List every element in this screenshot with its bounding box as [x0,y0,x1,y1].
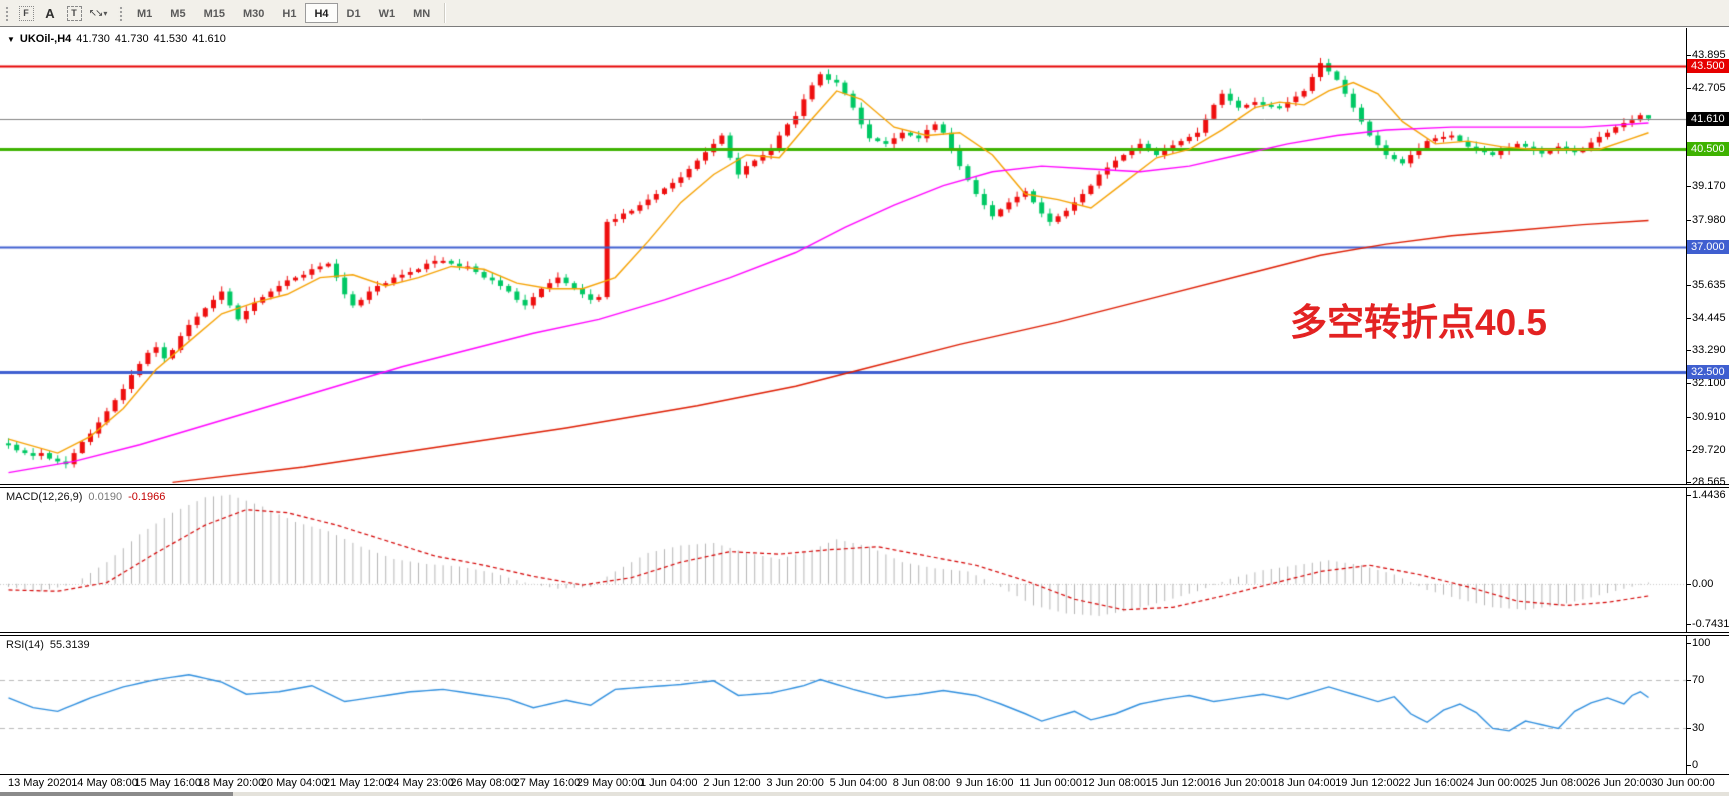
timeframe-button-H4[interactable]: H4 [305,3,337,23]
macd-tick: 1.4436 [1692,489,1726,501]
time-label: 12 Jun 08:00 [1082,777,1146,789]
macd-name: MACD(12,26,9) [6,491,82,503]
price-chart-panel: ▼ UKOil-,H4 41.730 41.730 41.530 41.610 … [0,28,1729,485]
timeframe-button-M15[interactable]: M15 [195,3,234,23]
time-label: 18 Jun 04:00 [1272,777,1336,789]
time-label: 14 May 08:00 [71,777,138,789]
time-label: 22 Jun 16:00 [1398,777,1462,789]
price-tick: 33.290 [1692,344,1726,356]
price-tick: 42.705 [1692,82,1726,94]
time-label: 5 Jun 04:00 [830,777,888,789]
macd-tick: -0.7431 [1692,618,1729,630]
low-value: 41.530 [154,33,188,45]
price-level-badge: 40.500 [1687,142,1729,156]
rsi-canvas[interactable] [0,636,1686,774]
price-tick: 35.635 [1692,279,1726,291]
price-tick: 37.980 [1692,214,1726,226]
time-label: 13 May 2020 [8,777,72,789]
time-label: 26 Jun 20:00 [1588,777,1652,789]
time-label: 2 Jun 12:00 [703,777,761,789]
time-label: 29 May 00:00 [577,777,644,789]
rsi-axis[interactable]: 100 70 30 0 [1686,636,1729,774]
rsi-label: RSI(14) 55.3139 [6,639,90,651]
price-tick: 29.720 [1692,444,1726,456]
rsi-tick: 70 [1692,674,1704,686]
time-label: 15 Jun 12:00 [1146,777,1210,789]
toolbar-grip[interactable] [4,5,10,21]
toolbar-grip[interactable] [118,5,124,21]
timeframe-button-W1[interactable]: W1 [370,3,405,23]
chart-header: ▼ UKOil-,H4 41.730 41.730 41.530 41.610 [7,33,226,45]
price-level-badge: 32.500 [1687,365,1729,379]
timeframe-button-M30[interactable]: M30 [234,3,273,23]
open-value: 41.730 [76,33,110,45]
time-label: 20 May 04:00 [261,777,328,789]
time-label: 24 May 23:00 [387,777,454,789]
rsi-tick: 0 [1692,759,1698,771]
macd-tick: 0.00 [1692,578,1713,590]
timeframe-group: M1M5M15M30H1H4D1W1MN [128,3,439,23]
fibonacci-icon[interactable]: F [14,3,38,23]
time-label: 21 May 12:00 [324,777,391,789]
text-label-icon[interactable]: A [38,3,62,23]
symbol-label: UKOil-,H4 [20,33,71,45]
rsi-value: 55.3139 [50,639,90,651]
time-label: 19 Jun 12:00 [1335,777,1399,789]
time-label: 11 Jun 00:00 [1019,777,1082,789]
macd-label: MACD(12,26,9) 0.0190 -0.1966 [6,491,165,503]
rsi-tick: 30 [1692,722,1704,734]
time-label: 1 Jun 04:00 [640,777,698,789]
price-tick: 30.910 [1692,411,1726,423]
price-level-badge: 41.610 [1687,112,1729,126]
rsi-tick: 100 [1692,637,1710,649]
timeframe-button-D1[interactable]: D1 [338,3,370,23]
time-axis[interactable]: 13 May 202014 May 08:0015 May 16:0018 Ma… [0,776,1729,791]
time-label: 15 May 16:00 [134,777,201,789]
price-level-badge: 37.000 [1687,240,1729,254]
text-icon[interactable]: T [62,3,86,23]
macd-canvas[interactable] [0,488,1686,632]
toolbar: FAT↖↘▾ M1M5M15M30H1H4D1W1MN [0,0,1729,27]
pivot-annotation: 多空转折点40.5 [1290,292,1547,346]
rsi-panel: RSI(14) 55.3139 100 70 30 0 [0,635,1729,775]
rsi-name: RSI(14) [6,639,44,651]
mt4-terminal-window: FAT↖↘▾ M1M5M15M30H1H4D1W1MN ▼ UKOil-,H4 … [0,0,1729,796]
close-value: 41.610 [192,33,226,45]
macd-axis[interactable]: 1.4436 0.00 -0.7431 [1686,488,1729,632]
price-tick: 39.170 [1692,180,1726,192]
time-label: 25 Jun 08:00 [1525,777,1589,789]
price-axis[interactable]: 43.89542.70539.17037.98035.63534.44533.2… [1686,28,1729,484]
time-label: 27 May 16:00 [514,777,581,789]
chevron-down-icon[interactable]: ▼ [7,35,15,44]
price-level-badge: 43.500 [1687,59,1729,73]
price-chart-canvas[interactable] [0,28,1686,484]
timeframe-button-H1[interactable]: H1 [273,3,305,23]
time-label: 24 Jun 00:00 [1462,777,1526,789]
timeframe-button-MN[interactable]: MN [404,3,439,23]
price-tick: 34.445 [1692,312,1726,324]
horizontal-scrollbar[interactable] [0,792,1729,796]
time-label: 8 Jun 08:00 [893,777,951,789]
time-label: 3 Jun 20:00 [766,777,824,789]
macd-main-value: 0.0190 [88,491,122,503]
line-studies-group: FAT↖↘▾ [14,3,110,23]
macd-signal-value: -0.1966 [128,491,165,503]
scrollbar-thumb[interactable] [0,792,233,796]
timeframe-button-M1[interactable]: M1 [128,3,161,23]
time-label: 26 May 08:00 [450,777,517,789]
timeframe-button-M5[interactable]: M5 [161,3,194,23]
time-label: 18 May 20:00 [198,777,265,789]
time-label: 16 Jun 20:00 [1209,777,1273,789]
time-label: 9 Jun 16:00 [956,777,1014,789]
high-value: 41.730 [115,33,149,45]
macd-panel: MACD(12,26,9) 0.0190 -0.1966 1.4436 0.00 -… [0,487,1729,633]
arrows-icon[interactable]: ↖↘▾ [86,3,110,23]
time-label: 30 Jun 00:00 [1651,777,1715,789]
toolbar-separator [444,3,446,23]
